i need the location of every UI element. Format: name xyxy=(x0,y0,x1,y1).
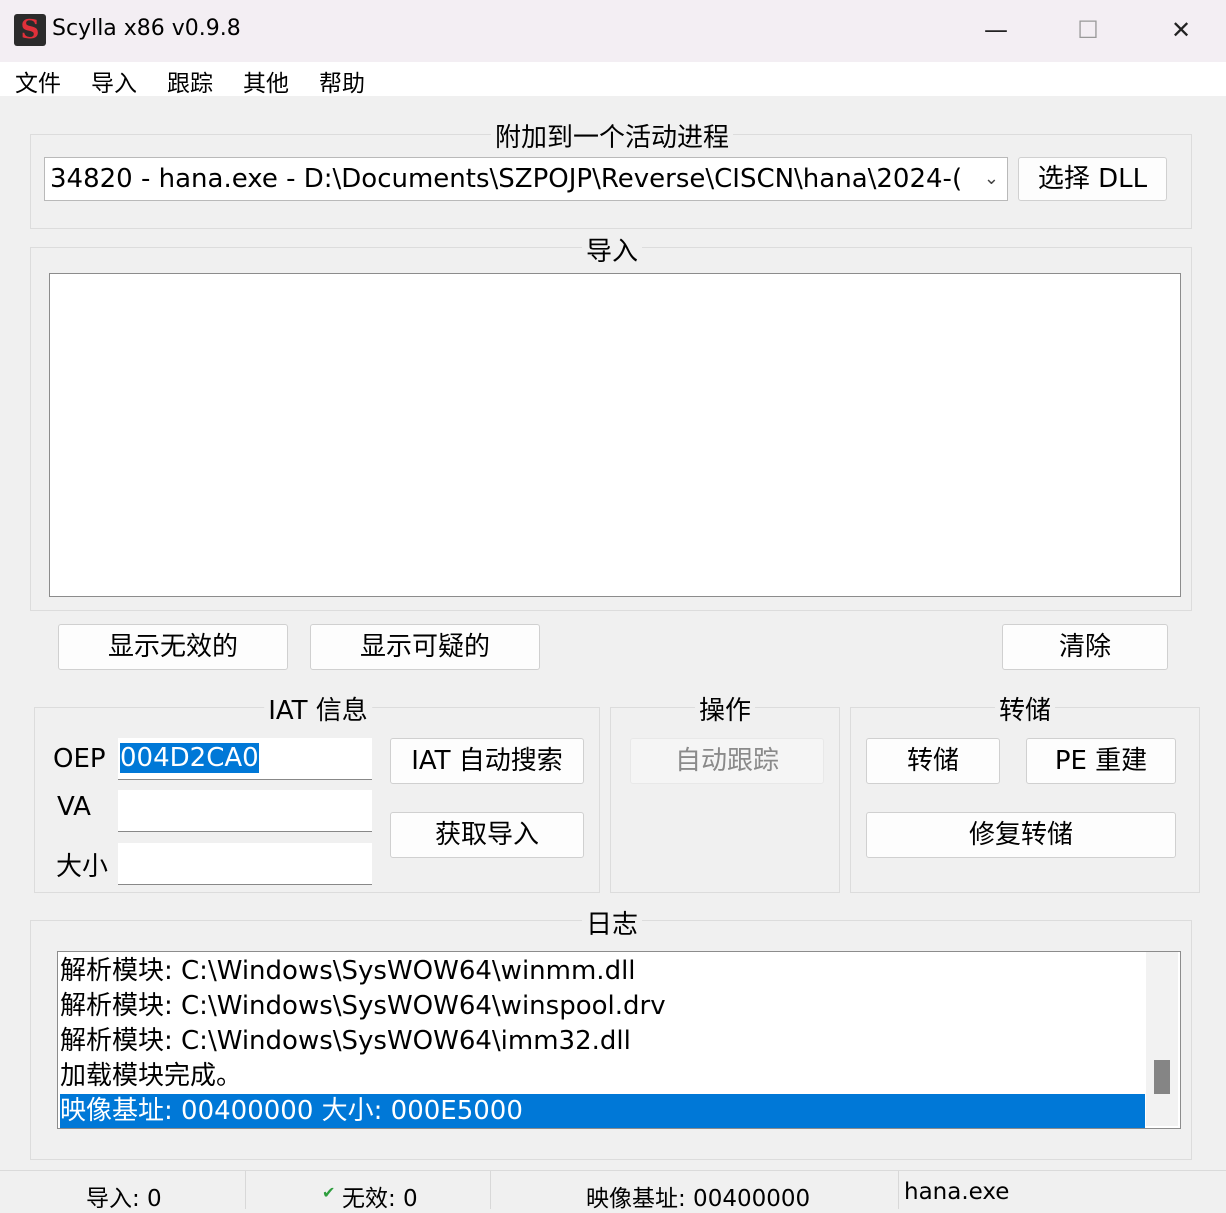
maximize-button[interactable]: ☐ xyxy=(1068,12,1108,48)
get-imports-button[interactable]: 获取导入 xyxy=(390,812,584,858)
log-scrollbar[interactable] xyxy=(1146,952,1178,1126)
clear-button[interactable]: 清除 xyxy=(1002,624,1168,670)
menu-misc[interactable]: 其他 xyxy=(243,64,289,98)
pick-dll-button[interactable]: 选择 DLL xyxy=(1018,157,1167,201)
app-icon: S xyxy=(14,14,46,46)
oep-label: OEP xyxy=(53,744,106,774)
oep-field[interactable]: 004D2CA0 xyxy=(118,738,372,780)
fix-dump-button[interactable]: 修复转储 xyxy=(866,812,1176,858)
actions-group xyxy=(610,707,840,893)
minimize-button[interactable]: — xyxy=(976,12,1016,48)
va-label: VA xyxy=(57,792,91,822)
status-divider xyxy=(245,1171,246,1209)
iat-info-group-title: IAT 信息 xyxy=(264,690,372,727)
dump-group-title: 转储 xyxy=(994,690,1056,727)
show-suspect-button[interactable]: 显示可疑的 xyxy=(310,624,540,670)
check-icon: ✔ xyxy=(322,1183,336,1202)
log-line-selected[interactable]: 映像基址: 00400000 大小: 000E5000 xyxy=(60,1094,1145,1128)
log-line[interactable]: 加载模块完成。 xyxy=(60,1059,242,1094)
pe-rebuild-button[interactable]: PE 重建 xyxy=(1026,738,1176,784)
log-line[interactable]: 解析模块: C:\Windows\SysWOW64\imm32.dll xyxy=(60,1024,631,1059)
size-label: 大小 xyxy=(56,852,109,882)
status-bar: 导入: 0 ✔ 无效: 0 映像基址: 00400000 hana.exe xyxy=(0,1170,1226,1212)
dump-button[interactable]: 转储 xyxy=(866,738,1000,784)
log-listbox[interactable]: 解析模块: C:\Windows\SysWOW64\winmm.dll 解析模块… xyxy=(57,951,1181,1129)
log-group-title: 日志 xyxy=(581,904,643,941)
process-combobox-value: 34820 - hana.exe - D:\Documents\SZPOJP\R… xyxy=(50,164,963,194)
window-title: Scylla x86 v0.9.8 xyxy=(52,16,241,41)
iat-autosearch-button[interactable]: IAT 自动搜索 xyxy=(390,738,584,784)
imports-tree[interactable] xyxy=(49,273,1181,597)
menu-bar: 文件 导入 跟踪 其他 帮助 xyxy=(0,62,1226,98)
title-bar: S Scylla x86 v0.9.8 — ☐ ✕ xyxy=(0,0,1226,62)
chevron-down-icon[interactable]: ⌄ xyxy=(984,158,999,200)
oep-field-value: 004D2CA0 xyxy=(120,743,259,773)
imports-group-title: 导入 xyxy=(581,231,643,268)
menu-help[interactable]: 帮助 xyxy=(319,64,365,98)
va-field[interactable] xyxy=(118,790,372,832)
menu-imports[interactable]: 导入 xyxy=(91,64,137,98)
status-module-name: hana.exe xyxy=(904,1179,1010,1205)
status-divider xyxy=(898,1171,899,1209)
status-divider xyxy=(490,1171,491,1209)
log-scrollbar-thumb[interactable] xyxy=(1154,1060,1170,1094)
log-line[interactable]: 解析模块: C:\Windows\SysWOW64\winspool.drv xyxy=(60,989,666,1024)
show-invalid-button[interactable]: 显示无效的 xyxy=(58,624,288,670)
autotrace-button[interactable]: 自动跟踪 xyxy=(630,738,824,784)
menu-trace[interactable]: 跟踪 xyxy=(167,64,213,98)
size-field[interactable] xyxy=(118,843,372,885)
close-button[interactable]: ✕ xyxy=(1161,12,1201,48)
menu-file[interactable]: 文件 xyxy=(15,64,61,98)
process-combobox[interactable]: 34820 - hana.exe - D:\Documents\SZPOJP\R… xyxy=(44,157,1008,201)
log-line[interactable]: 解析模块: C:\Windows\SysWOW64\winmm.dll xyxy=(60,954,636,989)
attach-group-title: 附加到一个活动进程 xyxy=(490,117,734,154)
dump-group xyxy=(850,707,1200,893)
actions-group-title: 操作 xyxy=(694,690,756,727)
